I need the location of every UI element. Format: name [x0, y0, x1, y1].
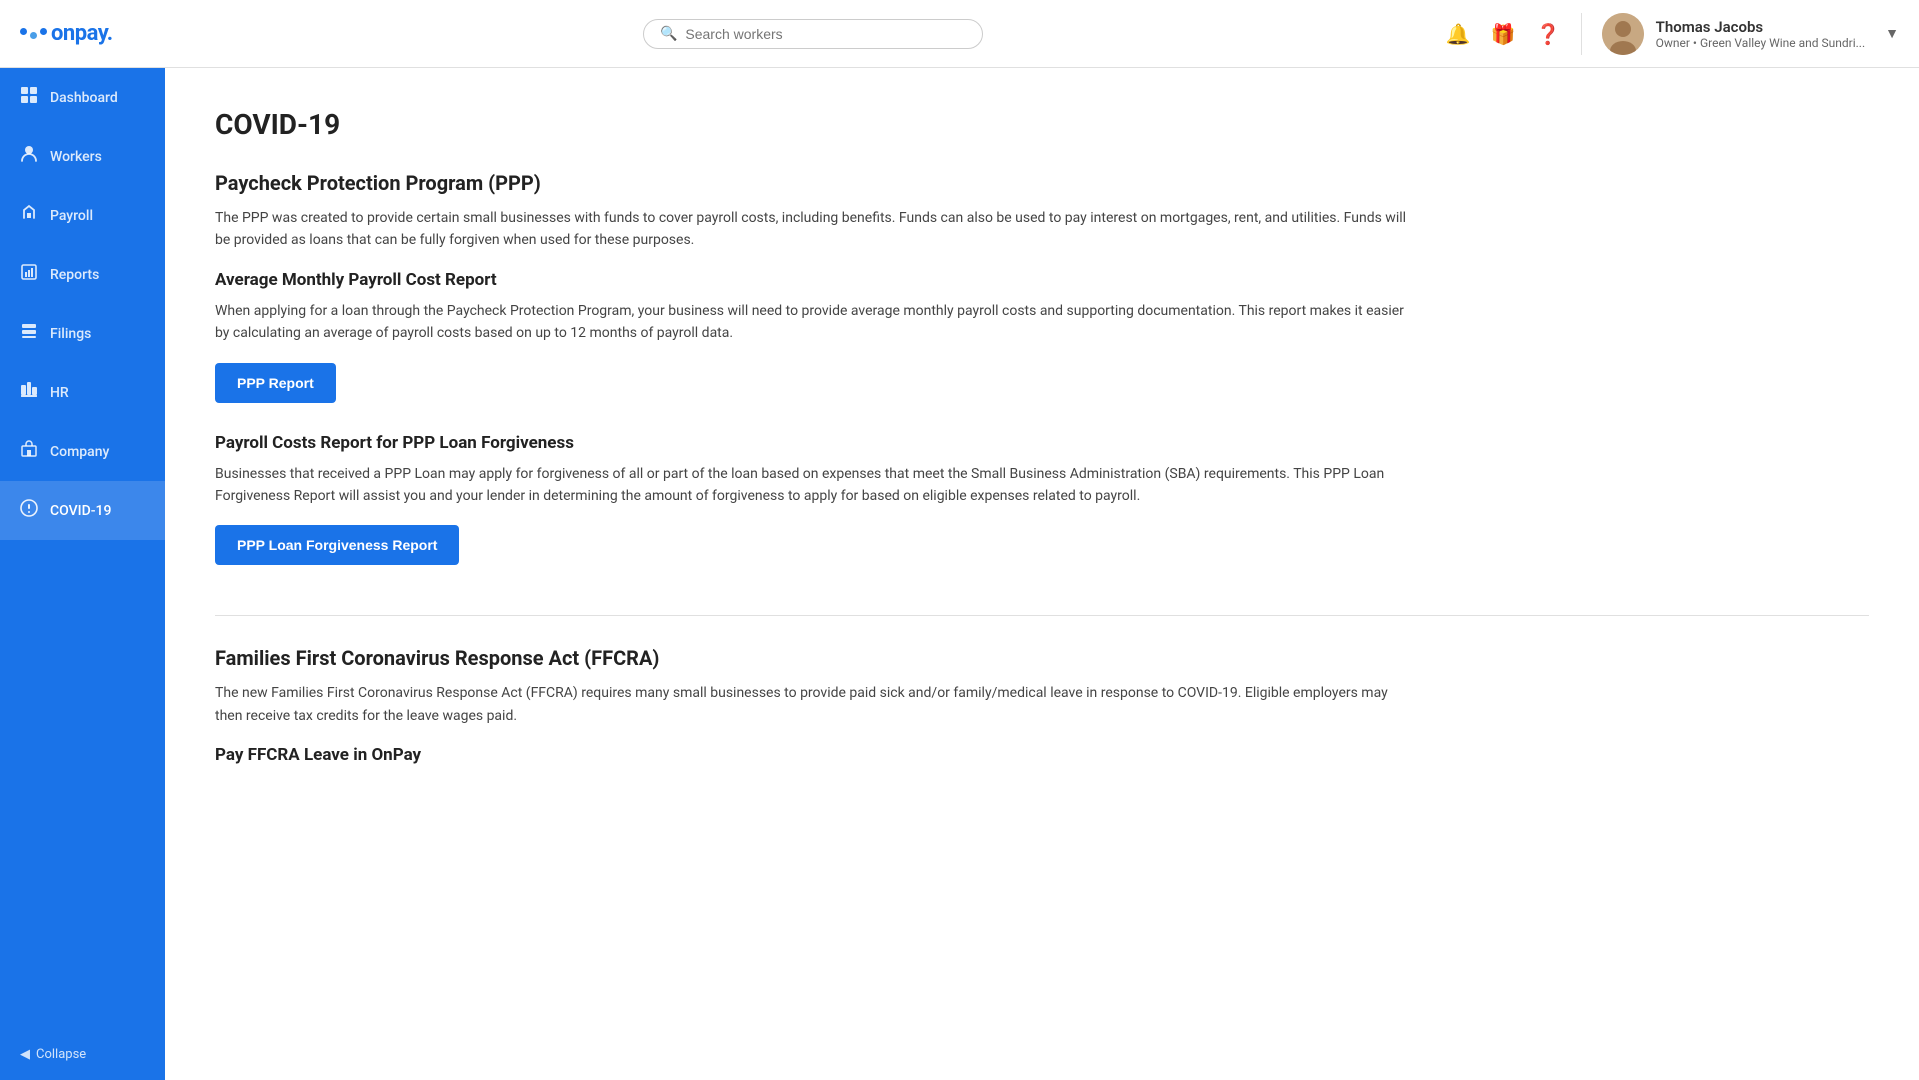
ffcra-section-desc: The new Families First Coronavirus Respo…: [215, 682, 1415, 727]
ppp-loan-forgiveness-button[interactable]: PPP Loan Forgiveness Report: [215, 525, 459, 565]
sidebar-item-filings-label: Filings: [50, 326, 91, 342]
logo-text: onpay.: [51, 21, 113, 46]
sidebar-item-payroll[interactable]: Payroll: [0, 186, 165, 245]
sidebar-item-covid19[interactable]: COVID-19: [0, 481, 165, 540]
reports-icon: [20, 263, 38, 286]
covid19-icon: [20, 499, 38, 522]
workers-icon: [20, 145, 38, 168]
bell-icon[interactable]: 🔔: [1446, 22, 1471, 46]
sidebar-item-company[interactable]: Company: [0, 422, 165, 481]
sidebar-item-hr[interactable]: HR: [0, 363, 165, 422]
logo-dot-2: [30, 32, 37, 39]
gift-icon[interactable]: 🎁: [1491, 22, 1516, 46]
main-content: COVID-19 Paycheck Protection Program (PP…: [165, 68, 1919, 1080]
search-area: 🔍: [180, 19, 1446, 49]
avg-monthly-desc: When applying for a loan through the Pay…: [215, 300, 1415, 345]
loan-forgiveness-title: Payroll Costs Report for PPP Loan Forgiv…: [215, 433, 1869, 453]
sidebar: Dashboard Workers Payroll: [0, 68, 165, 1080]
sidebar-item-company-label: Company: [50, 444, 109, 460]
sidebar-item-dashboard[interactable]: Dashboard: [0, 68, 165, 127]
user-info: Thomas Jacobs Owner • Green Valley Wine …: [1656, 18, 1866, 50]
logo-dots: [20, 28, 47, 39]
help-icon[interactable]: ❓: [1536, 22, 1561, 46]
collapse-icon: ◀: [20, 1047, 30, 1062]
logo[interactable]: onpay.: [20, 21, 180, 46]
user-name: Thomas Jacobs: [1656, 18, 1866, 36]
page-title: COVID-19: [215, 108, 1869, 141]
ppp-section-desc: The PPP was created to provide certain s…: [215, 207, 1415, 252]
user-area[interactable]: Thomas Jacobs Owner • Green Valley Wine …: [1581, 13, 1899, 55]
sidebar-item-covid19-label: COVID-19: [50, 503, 111, 519]
avatar: [1602, 13, 1644, 55]
sidebar-item-payroll-label: Payroll: [50, 208, 93, 224]
pay-ffcra-title: Pay FFCRA Leave in OnPay: [215, 745, 1869, 765]
header-icons: 🔔 🎁 ❓: [1446, 22, 1561, 46]
sidebar-item-dashboard-label: Dashboard: [50, 90, 118, 106]
sidebar-collapse[interactable]: ◀ Collapse: [0, 1029, 165, 1080]
logo-dot-1: [20, 28, 27, 35]
filings-icon: [20, 322, 38, 345]
ffcra-section-title: Families First Coronavirus Response Act …: [215, 646, 1869, 670]
user-role: Owner • Green Valley Wine and Sundri...: [1656, 36, 1866, 50]
loan-forgiveness-desc: Businesses that received a PPP Loan may …: [215, 463, 1415, 508]
search-box: 🔍: [643, 19, 983, 49]
ppp-report-button[interactable]: PPP Report: [215, 363, 336, 403]
search-icon: 🔍: [660, 26, 677, 42]
app-header: onpay. 🔍 🔔 🎁 ❓ Thomas Jacobs Owner • Gre…: [0, 0, 1919, 68]
sidebar-item-reports-label: Reports: [50, 267, 99, 283]
main-layout: Dashboard Workers Payroll: [0, 68, 1919, 1080]
section-divider: [215, 615, 1869, 616]
sidebar-item-workers[interactable]: Workers: [0, 127, 165, 186]
ppp-section-title: Paycheck Protection Program (PPP): [215, 171, 1869, 195]
company-icon: [20, 440, 38, 463]
search-input[interactable]: [685, 26, 966, 42]
sidebar-item-workers-label: Workers: [50, 149, 102, 165]
payroll-icon: [20, 204, 38, 227]
dashboard-icon: [20, 86, 38, 109]
sidebar-item-hr-label: HR: [50, 385, 69, 401]
hr-icon: [20, 381, 38, 404]
sidebar-item-reports[interactable]: Reports: [0, 245, 165, 304]
logo-dot-3: [40, 28, 47, 35]
sidebar-item-filings[interactable]: Filings: [0, 304, 165, 363]
chevron-down-icon: ▼: [1885, 25, 1899, 42]
avg-monthly-title: Average Monthly Payroll Cost Report: [215, 270, 1869, 290]
collapse-label: Collapse: [36, 1047, 86, 1062]
